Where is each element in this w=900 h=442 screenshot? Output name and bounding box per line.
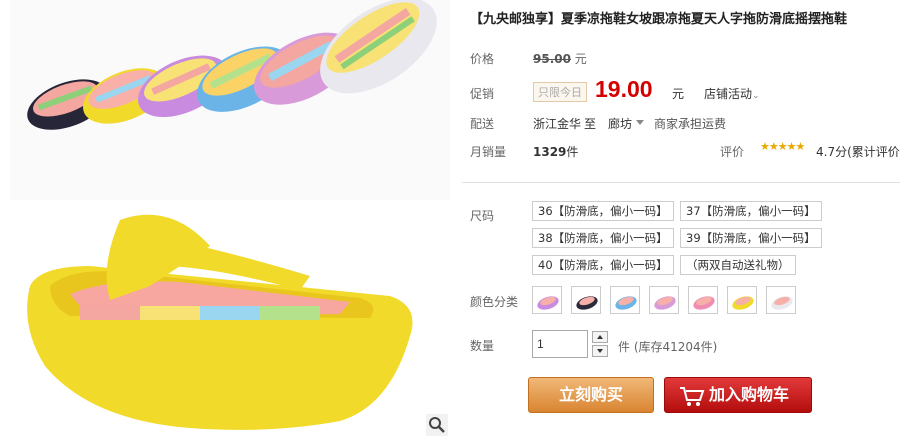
monthly-sales: 1329件	[533, 143, 578, 160]
promo-tag: 只限今日	[533, 82, 587, 102]
flip-flop-black-icon	[576, 296, 598, 310]
size-option-38[interactable]: 38【防滑底，偏小一码】	[532, 228, 674, 248]
flip-flop-purple-icon	[537, 296, 559, 310]
promo-price: 19.00	[595, 76, 653, 102]
monthly-sales-unit: 件	[566, 145, 579, 159]
color-label: 颜色分类	[470, 295, 519, 309]
buy-now-button[interactable]: 立刻购买	[528, 377, 654, 413]
color-swatch-blue[interactable]	[610, 286, 640, 314]
product-gallery	[0, 0, 452, 442]
shipping-label: 配送	[470, 117, 495, 131]
color-swatch-black[interactable]	[571, 286, 601, 314]
original-price-value: 95.00	[533, 52, 571, 66]
quantity-increase-button[interactable]	[592, 331, 608, 343]
original-price: 95.00 元	[533, 50, 587, 67]
color-swatch-pink[interactable]	[688, 286, 718, 314]
flip-flop-white-icon	[771, 296, 793, 310]
size-option-39[interactable]: 39【防滑底，偏小一码】	[680, 228, 822, 248]
ship-to-word: 至	[584, 117, 597, 131]
quantity-decrease-button[interactable]	[592, 345, 608, 357]
chevron-down-icon: ⌄	[752, 91, 760, 101]
ship-from: 浙江金华	[533, 117, 582, 131]
zoom-magnifier-icon[interactable]	[426, 414, 448, 436]
shop-activity-label: 店铺活动	[704, 87, 753, 101]
color-swatch-yellow[interactable]	[727, 286, 757, 314]
add-to-cart-label: 加入购物车	[709, 385, 790, 404]
color-swatch-white[interactable]	[766, 286, 796, 314]
quantity-input[interactable]	[532, 330, 588, 358]
flip-flop-yellow-icon	[732, 296, 754, 310]
size-option-40[interactable]: 40【防滑底，偏小一码】	[532, 255, 674, 275]
add-to-cart-button[interactable]: 加入购物车	[664, 377, 812, 413]
stock-info: 件 (库存41204件)	[618, 340, 718, 354]
product-image-main[interactable]	[10, 206, 450, 438]
monthly-sales-count: 1329	[533, 145, 567, 159]
divider	[462, 182, 900, 183]
rating-value-link[interactable]: 4.7分(累计评价	[816, 143, 900, 160]
promo-price-unit: 元	[672, 87, 685, 101]
shop-activity-dropdown[interactable]: 店铺活动⌄	[704, 85, 760, 102]
size-label: 尺码	[470, 209, 495, 223]
price-label: 价格	[470, 52, 495, 66]
star-rating-icon: ★★★★★	[760, 140, 805, 153]
color-swatch-purple[interactable]	[532, 286, 562, 314]
flip-flop-pink-icon	[693, 296, 715, 310]
ship-to-city-select[interactable]: 廊坊	[608, 115, 632, 132]
quantity-label: 数量	[470, 339, 495, 353]
shopping-cart-icon	[680, 387, 705, 406]
flip-flop-blue-icon	[615, 296, 637, 310]
product-info-panel: 【九央邮独享】夏季凉拖鞋女坡跟凉拖夏天人字拖防滑底摇摆拖鞋 价格 95.00 元…	[458, 0, 900, 442]
shipping-note: 商家承担运费	[654, 117, 727, 131]
product-title: 【九央邮独享】夏季凉拖鞋女坡跟凉拖夏天人字拖防滑底摇摆拖鞋	[470, 12, 848, 27]
size-option-37[interactable]: 37【防滑底，偏小一码】	[680, 201, 822, 221]
color-swatch-pink-purple[interactable]	[649, 286, 679, 314]
promo-label: 促销	[470, 87, 495, 101]
original-price-unit: 元	[574, 52, 587, 66]
size-option-gift[interactable]: （两双自动送礼物）	[680, 255, 796, 275]
monthly-sales-label: 月销量	[470, 145, 507, 159]
rating-label: 评价	[720, 145, 745, 159]
flip-flop-pink-purple-icon	[654, 296, 676, 310]
ship-to-caret-icon[interactable]	[636, 120, 644, 125]
size-option-36[interactable]: 36【防滑底，偏小一码】	[532, 201, 674, 221]
product-image-color-lineup[interactable]	[10, 0, 450, 200]
